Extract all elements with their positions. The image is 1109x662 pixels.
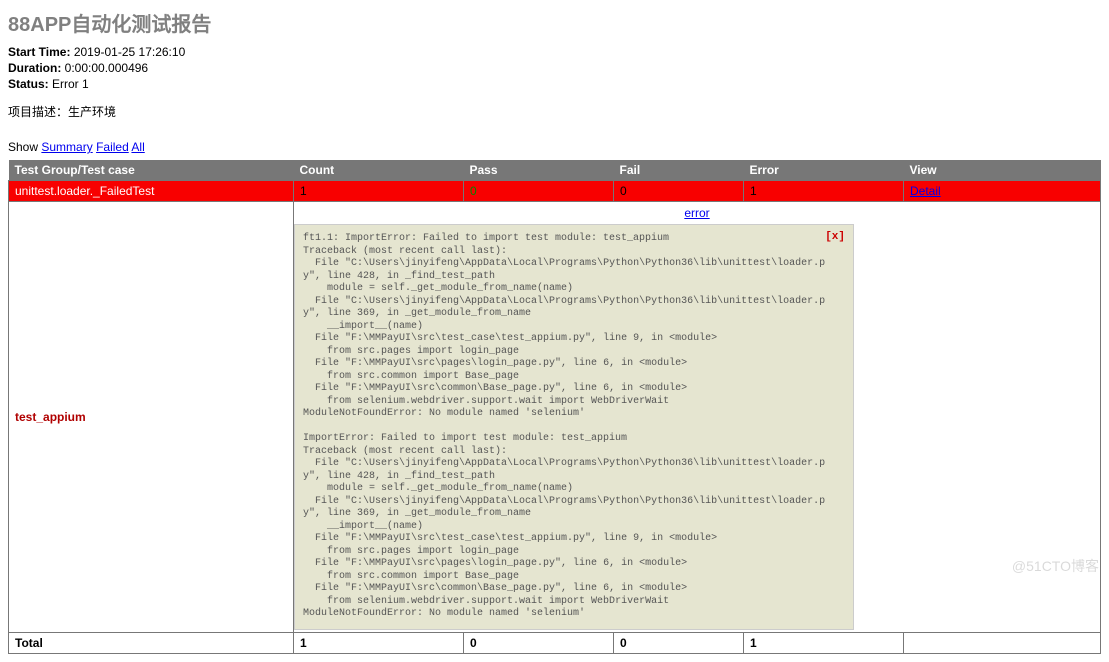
- status-label: Status:: [8, 77, 49, 91]
- test-group-row: unittest.loader._FailedTest 1 0 0 1 Deta…: [9, 181, 1101, 202]
- header-fail: Fail: [614, 160, 744, 181]
- test-case-row: test_appium error [x] ft1.1: ImportError…: [9, 202, 1101, 633]
- group-fail: 0: [614, 181, 744, 202]
- status-value: Error 1: [52, 77, 89, 91]
- total-view: [904, 632, 1101, 653]
- project-description: 项目描述：生产环境: [8, 103, 1101, 120]
- meta-duration: Duration: 0:00:00.000496: [8, 61, 1101, 75]
- report-title: 88APP自动化测试报告: [8, 8, 1101, 37]
- group-view-cell: Detail: [904, 181, 1101, 202]
- totals-row: Total 1 0 0 1: [9, 632, 1101, 653]
- group-name: unittest.loader._FailedTest: [9, 181, 294, 202]
- start-time-label: Start Time:: [8, 45, 70, 59]
- meta-status: Status: Error 1: [8, 77, 1101, 91]
- test-case-body: error [x] ft1.1: ImportError: Failed to …: [294, 202, 1101, 633]
- header-group: Test Group/Test case: [9, 160, 294, 181]
- total-fail: 0: [614, 632, 744, 653]
- header-error: Error: [744, 160, 904, 181]
- error-link-wrap: error: [294, 202, 1100, 224]
- total-count: 1: [294, 632, 464, 653]
- duration-value: 0:00:00.000496: [65, 61, 148, 75]
- group-detail-link[interactable]: Detail: [910, 184, 941, 198]
- duration-label: Duration:: [8, 61, 61, 75]
- close-icon[interactable]: [x]: [825, 231, 845, 243]
- start-time-value: 2019-01-25 17:26:10: [74, 45, 185, 59]
- show-failed-link[interactable]: Failed: [96, 140, 129, 154]
- traceback-text: ft1.1: ImportError: Failed to import tes…: [303, 233, 829, 621]
- show-label: Show: [8, 140, 38, 154]
- header-view: View: [904, 160, 1101, 181]
- meta-start-time: Start Time: 2019-01-25 17:26:10: [8, 45, 1101, 59]
- header-count: Count: [294, 160, 464, 181]
- group-count: 1: [294, 181, 464, 202]
- show-all-link[interactable]: All: [131, 140, 144, 154]
- error-toggle-link[interactable]: error: [684, 206, 709, 220]
- table-header-row: Test Group/Test case Count Pass Fail Err…: [9, 160, 1101, 181]
- total-pass: 0: [464, 632, 614, 653]
- group-pass: 0: [464, 181, 614, 202]
- total-error: 1: [744, 632, 904, 653]
- group-error: 1: [744, 181, 904, 202]
- total-label: Total: [9, 632, 294, 653]
- results-table: Test Group/Test case Count Pass Fail Err…: [8, 160, 1101, 654]
- show-summary-link[interactable]: Summary: [41, 140, 92, 154]
- show-filter-line: Show Summary Failed All: [8, 140, 1101, 154]
- header-pass: Pass: [464, 160, 614, 181]
- test-case-name: test_appium: [9, 202, 294, 633]
- traceback-panel: [x] ft1.1: ImportError: Failed to import…: [294, 224, 854, 630]
